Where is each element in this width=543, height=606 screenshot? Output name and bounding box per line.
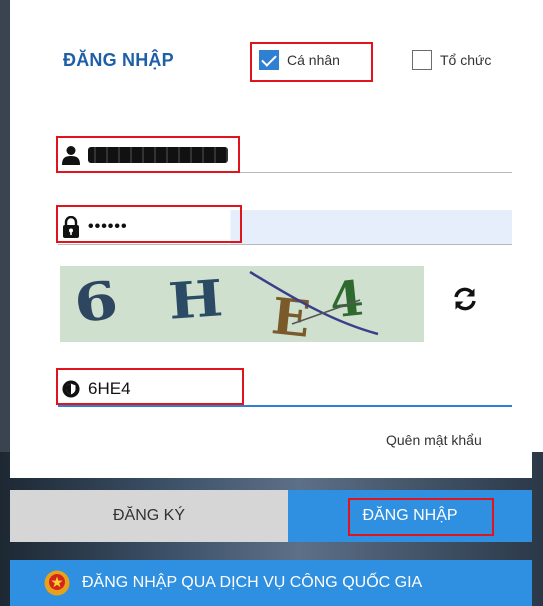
register-button[interactable]: ĐĂNG KÝ bbox=[10, 490, 288, 542]
login-button[interactable]: ĐĂNG NHẬP bbox=[288, 490, 532, 542]
gov-login-label: ĐĂNG NHẬP QUA DỊCH VỤ CÔNG QUỐC GIA bbox=[82, 574, 423, 591]
organization-label: Tổ chức bbox=[440, 52, 492, 68]
organization-checkbox[interactable] bbox=[412, 50, 432, 70]
refresh-icon bbox=[454, 287, 476, 311]
user-icon bbox=[62, 145, 80, 165]
redacted-username bbox=[88, 147, 228, 163]
account-type-organization[interactable]: Tổ chức bbox=[412, 50, 491, 70]
captcha-noise-line bbox=[249, 270, 379, 336]
personal-checkbox[interactable] bbox=[259, 50, 279, 70]
username-field[interactable] bbox=[58, 138, 512, 173]
refresh-captcha-button[interactable] bbox=[452, 286, 478, 312]
shield-icon bbox=[62, 379, 80, 399]
personal-label: Cá nhân bbox=[287, 52, 340, 68]
password-input[interactable] bbox=[88, 213, 468, 241]
account-type-personal[interactable]: Cá nhân bbox=[259, 50, 340, 70]
captcha-image: 6 H E 4 bbox=[60, 266, 424, 342]
captcha-input[interactable] bbox=[88, 374, 468, 403]
captcha-field[interactable] bbox=[58, 372, 512, 407]
national-emblem-icon bbox=[44, 570, 70, 596]
forgot-password-link[interactable]: Quên mật khẩu bbox=[386, 432, 482, 448]
lock-icon bbox=[62, 216, 80, 238]
password-field[interactable] bbox=[58, 210, 512, 245]
gov-login-button[interactable]: ĐĂNG NHẬP QUA DỊCH VỤ CÔNG QUỐC GIA bbox=[10, 560, 532, 606]
login-title: ĐĂNG NHẬP bbox=[63, 50, 174, 70]
